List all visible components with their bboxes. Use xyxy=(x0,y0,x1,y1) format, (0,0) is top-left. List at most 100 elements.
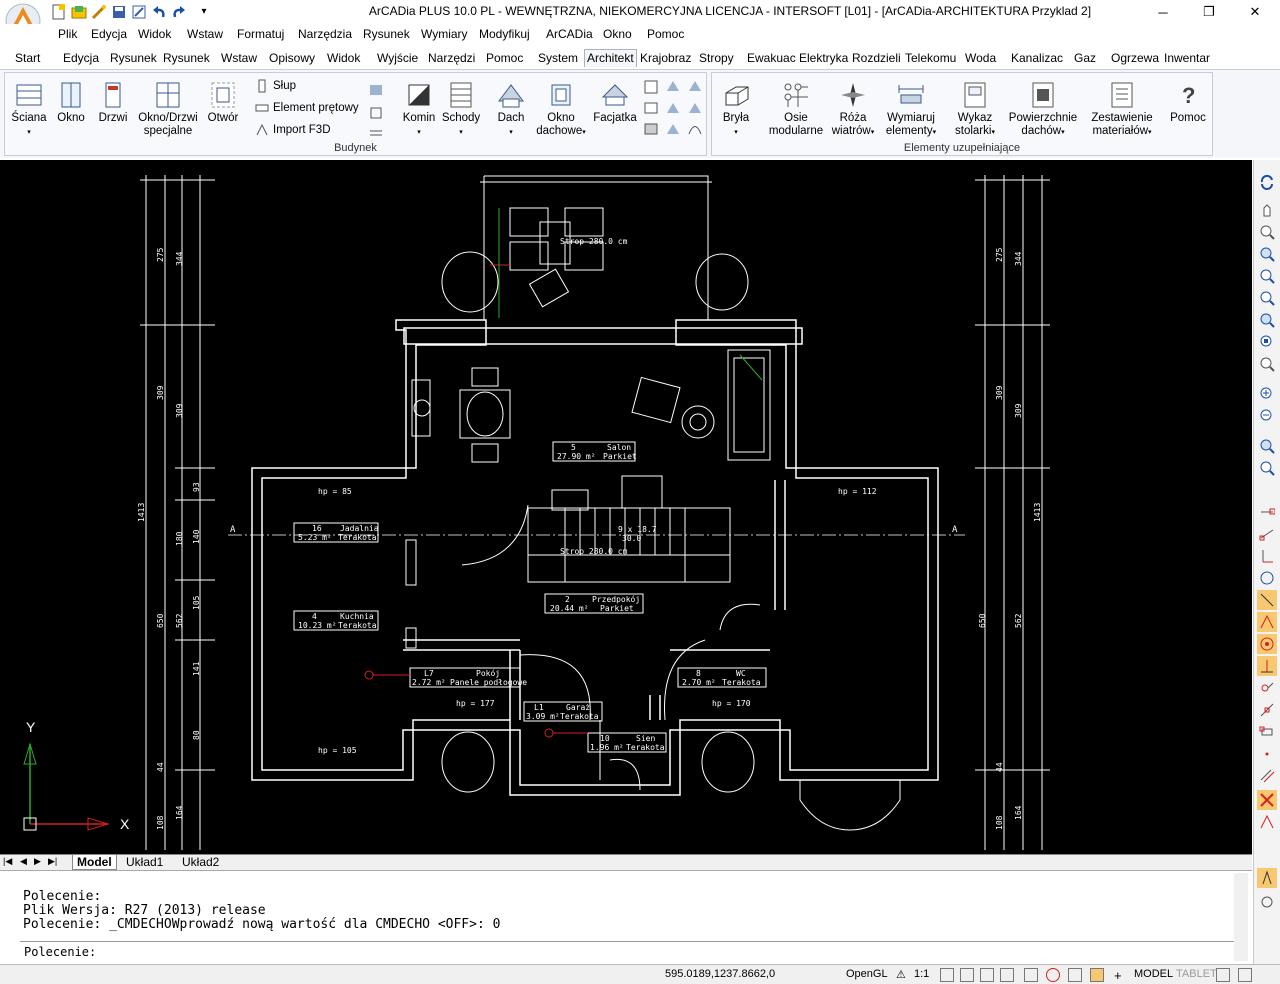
schody-button[interactable]: Schody ▾ xyxy=(441,81,481,139)
layout-nav-last[interactable]: ▶| xyxy=(48,856,57,867)
tab-pomoc[interactable]: Pomoc xyxy=(486,51,523,69)
otrack-toggle-icon[interactable] xyxy=(1046,968,1060,982)
menu-wstaw[interactable]: Wstaw xyxy=(187,27,223,41)
sciana-button[interactable]: Ściana ▾ xyxy=(11,81,47,139)
menu-okno[interactable]: Okno xyxy=(603,27,632,41)
zoom-object-icon[interactable] xyxy=(1257,332,1277,352)
zoom-center-icon[interactable] xyxy=(1257,310,1277,330)
tab-woda[interactable]: Woda xyxy=(965,51,996,69)
tab-ewakuacja[interactable]: Ewakuac xyxy=(747,51,796,69)
tab-wyjscie[interactable]: Wyjście xyxy=(377,51,418,69)
ortho-toggle-icon[interactable] xyxy=(980,968,994,982)
esnap-toggle-icon[interactable] xyxy=(1024,968,1038,982)
esnap-icon[interactable] xyxy=(1257,892,1277,912)
snap-parallel-icon[interactable] xyxy=(1257,766,1277,786)
tab-architektura[interactable]: Architekt xyxy=(584,49,637,67)
tab-start[interactable]: Start xyxy=(15,51,40,69)
snap-apparent-icon[interactable] xyxy=(1257,612,1277,632)
ribbon-small-tools-2[interactable] xyxy=(643,79,703,143)
snap-center-icon[interactable] xyxy=(1257,568,1277,588)
slup-button[interactable]: Słup xyxy=(255,79,296,93)
snap-tangent-icon[interactable] xyxy=(1257,656,1277,676)
layout-nav-next[interactable]: ▶ xyxy=(34,856,41,867)
crosshair-icon[interactable]: + xyxy=(1114,968,1122,983)
tab-telekomunikacja[interactable]: Telekomu xyxy=(905,51,956,69)
tab-widok[interactable]: Widok xyxy=(327,51,360,69)
zoom-previous-icon[interactable] xyxy=(1257,266,1277,286)
pomoc-button[interactable]: ? Pomoc xyxy=(1168,81,1208,125)
tab-krajobraz[interactable]: Krajobraz xyxy=(640,51,691,69)
zoom-scale-icon[interactable] xyxy=(1257,354,1277,374)
snap-midpoint-icon[interactable] xyxy=(1257,524,1277,544)
drawing-canvas[interactable]: 5 Salon 27.90 m² Parkiet 16 Jadalnia 5.2… xyxy=(0,160,1252,854)
menu-formatuj[interactable]: Formatuj xyxy=(237,27,284,41)
zoom-realtime-icon[interactable] xyxy=(1257,222,1277,242)
snap-point-icon[interactable] xyxy=(1257,744,1277,764)
tab-inwentaryzacja[interactable]: Inwentar xyxy=(1164,51,1210,69)
zoom-all-icon[interactable] xyxy=(1257,436,1277,456)
okno-dachowe-button[interactable]: Okno dachowe▾ xyxy=(533,81,589,139)
status-tool-icon[interactable] xyxy=(1216,968,1230,982)
annotation-scale-icon[interactable]: ⚠ xyxy=(896,968,906,981)
grid-toggle-icon[interactable] xyxy=(960,968,974,982)
command-scrollbar[interactable] xyxy=(1234,873,1248,961)
menu-widok[interactable]: Widok xyxy=(138,27,171,41)
snap-nearest-icon[interactable] xyxy=(1257,700,1277,720)
snap-toggle-icon[interactable] xyxy=(940,968,954,982)
menu-edycja[interactable]: Edycja xyxy=(91,27,127,41)
zoom-window-icon[interactable] xyxy=(1257,244,1277,264)
menu-narzedzia[interactable]: Narzędzia xyxy=(298,27,352,41)
menu-rysunek[interactable]: Rysunek xyxy=(363,27,410,41)
snap-intersection-icon[interactable] xyxy=(1257,590,1277,610)
tab-narzedzia[interactable]: Narzędzi xyxy=(428,51,475,69)
tab-rysunek-2[interactable]: Rysunek xyxy=(163,51,210,69)
tab-elektryka[interactable]: Elektryka xyxy=(799,51,848,69)
command-input[interactable]: Polecenie: xyxy=(20,941,1246,961)
lweight-toggle-icon[interactable] xyxy=(1068,968,1082,982)
tab-edycja[interactable]: Edycja xyxy=(63,51,99,69)
powierzchnie-dachow-button[interactable]: Powierzchnie dachów▾ xyxy=(1006,81,1080,139)
dyn-toggle-icon[interactable] xyxy=(1090,968,1104,982)
menu-plik[interactable]: Plik xyxy=(58,27,77,41)
roza-wiatrow-button[interactable]: Róża wiatrów▾ xyxy=(826,81,880,139)
opengl-indicator[interactable]: OpenGL xyxy=(846,968,888,980)
snap-endpoint-icon[interactable] xyxy=(1257,502,1277,522)
restore-button[interactable]: ❐ xyxy=(1186,0,1232,24)
minimize-button[interactable]: ─ xyxy=(1140,0,1186,24)
wymiaruj-elementy-button[interactable]: Wymiaruj elementy▾ xyxy=(882,81,940,139)
drzwi-button[interactable]: Drzwi xyxy=(97,81,129,125)
zoom-dynamic-icon[interactable] xyxy=(1257,288,1277,308)
layout-tab-uklad2[interactable]: Układ2 xyxy=(182,855,219,869)
dach-button[interactable]: Dach ▾ xyxy=(493,81,529,139)
layout-tab-uklad1[interactable]: Układ1 xyxy=(126,855,163,869)
wykaz-stolarki-button[interactable]: Wykaz stolarki▾ xyxy=(950,81,1000,139)
polar-toggle-icon[interactable] xyxy=(1000,968,1014,982)
facjatka-button[interactable]: Facjatka xyxy=(593,81,637,125)
tab-ogrzewanie[interactable]: Ogrzewa xyxy=(1111,51,1159,69)
tab-rozdzielnie[interactable]: Rozdzieli xyxy=(852,51,901,69)
osie-modularne-button[interactable]: Osie modularne xyxy=(764,81,828,138)
zoom-out-icon[interactable] xyxy=(1257,406,1277,426)
close-button[interactable]: ✕ xyxy=(1232,0,1278,24)
okno-drzwi-specjalne-button[interactable]: Okno/Drzwi specjalne xyxy=(135,81,201,138)
tab-system[interactable]: System xyxy=(538,51,578,69)
annotation-scale[interactable]: 1:1 xyxy=(914,968,929,980)
menu-pomoc[interactable]: Pomoc xyxy=(647,27,684,41)
komin-button[interactable]: Komin ▾ xyxy=(401,81,437,139)
tab-wstaw[interactable]: Wstaw xyxy=(221,51,257,69)
bryla-button[interactable]: Bryła ▾ xyxy=(718,81,754,139)
model-space-toggle[interactable]: MODEL xyxy=(1134,968,1173,980)
tab-opisowy[interactable]: Opisowy xyxy=(269,51,315,69)
import-f3d-button[interactable]: Import F3D xyxy=(255,123,331,137)
tab-gaz[interactable]: Gaz xyxy=(1074,51,1096,69)
snap-quadrant-icon[interactable] xyxy=(1257,634,1277,654)
layout-nav-first[interactable]: |◀ xyxy=(3,856,12,867)
okno-button[interactable]: Okno xyxy=(55,81,87,125)
tablet-toggle[interactable]: TABLET xyxy=(1176,968,1217,980)
zoom-in-icon[interactable] xyxy=(1257,384,1277,404)
tab-kanalizacja[interactable]: Kanalizac xyxy=(1011,51,1063,69)
layout-tab-model[interactable]: Model xyxy=(72,855,117,870)
status-tool-icon-2[interactable] xyxy=(1238,968,1252,982)
menu-arcadia[interactable]: ArCADia xyxy=(546,27,593,41)
tab-stropy[interactable]: Stropy xyxy=(699,51,734,69)
